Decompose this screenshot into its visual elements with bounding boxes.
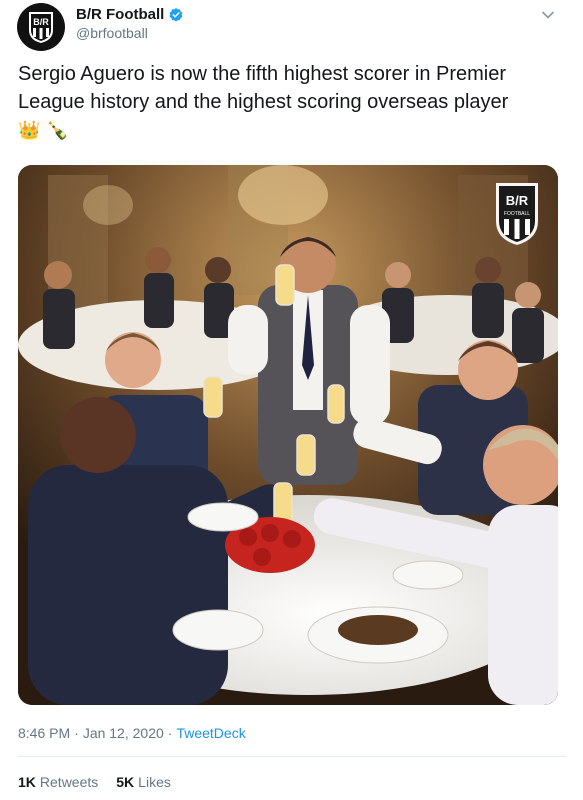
media-logo-text: B/R [506,193,529,208]
meta-separator: · [74,725,79,741]
display-name[interactable]: B/R Football [76,6,164,23]
tweet-date[interactable]: Jan 12, 2020 [83,725,164,741]
divider [18,756,566,757]
champagne-emoji: 🍾 [45,120,69,140]
tweet-image[interactable]: B/R FOOTBALL [18,165,558,705]
tweet-source-link[interactable]: TweetDeck [176,725,245,741]
retweets-count: 1K [18,774,36,790]
likes-label: Likes [138,774,171,790]
br-shield-icon: B/R [29,12,53,43]
br-football-logo: B/R FOOTBALL [496,183,538,245]
retweets-label: Retweets [39,774,99,790]
tweet-text-body: Sergio Aguero is now the fifth highest s… [18,63,509,113]
tweet-card: B/R B/R Football @brfootball Sergio Ague… [0,0,583,800]
handle[interactable]: @brfootball [76,25,148,41]
tweet-meta: 8:46 PM · Jan 12, 2020 · TweetDeck [18,725,246,741]
media-logo-subtext: FOOTBALL [504,211,530,217]
crown-emoji: 👑 [18,120,41,140]
name-row: B/R Football [76,6,184,23]
meta-separator: · [167,725,173,741]
avatar-text: B/R [33,17,49,27]
retweets-stat[interactable]: 1K Retweets [18,774,98,790]
tweet-stats: 1K Retweets 5K Likes [18,774,171,790]
chevron-down-icon[interactable] [541,8,555,22]
players-toasting-image: B/R FOOTBALL [18,165,558,705]
likes-count: 5K [116,774,135,790]
avatar[interactable]: B/R [17,3,65,51]
tweet-text: Sergio Aguero is now the fifth highest s… [18,60,566,144]
likes-stat[interactable]: 5K Likes [116,774,171,790]
verified-badge-icon [169,7,183,21]
tweet-time[interactable]: 8:46 PM [18,725,70,741]
